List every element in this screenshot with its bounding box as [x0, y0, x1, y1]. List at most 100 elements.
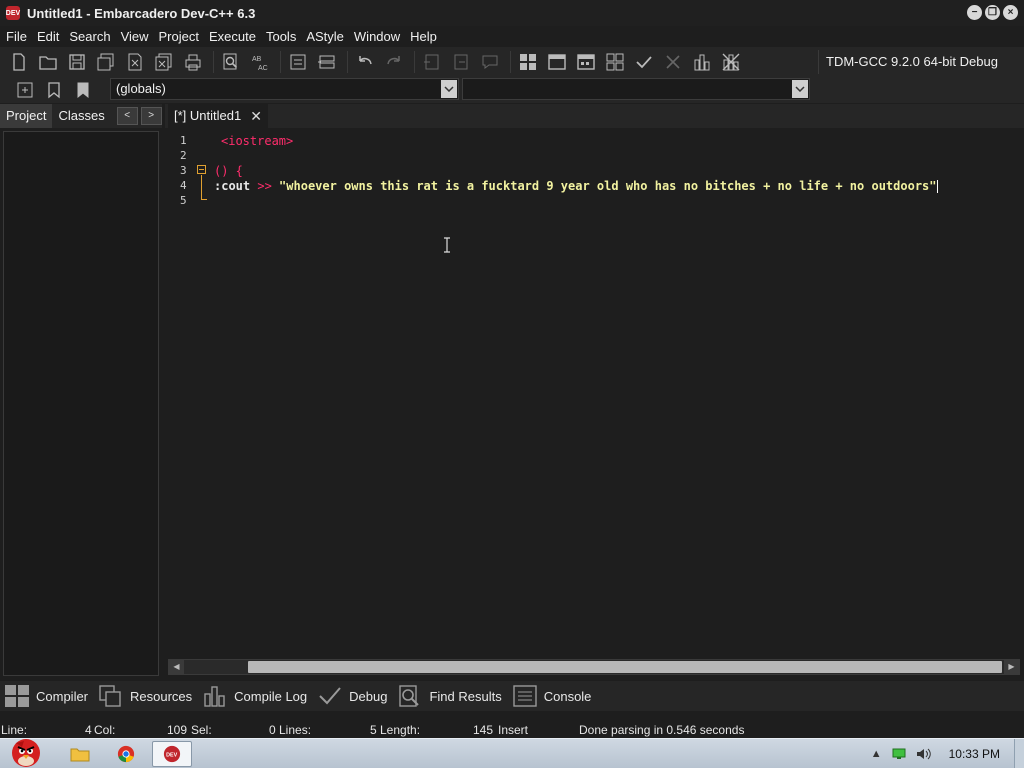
replace-button[interactable]: AB AC	[247, 49, 273, 75]
compile-button[interactable]	[515, 49, 541, 75]
toolbar-separator	[347, 51, 348, 73]
menu-execute[interactable]: Execute	[204, 26, 261, 47]
chevron-down-icon[interactable]	[792, 80, 808, 98]
toggle-bookmark-button[interactable]	[314, 49, 340, 75]
syntax-check-button[interactable]	[631, 49, 657, 75]
system-tray: ▲ 10:33 PM	[866, 739, 1024, 768]
find-button[interactable]	[218, 49, 244, 75]
menu-project[interactable]: Project	[154, 26, 204, 47]
close-all-button[interactable]	[151, 49, 177, 75]
menu-edit[interactable]: Edit	[32, 26, 64, 47]
scrollbar-thumb[interactable]	[248, 661, 1002, 673]
tab-classes[interactable]: Classes	[52, 104, 110, 128]
grid-compile-icon	[520, 54, 536, 70]
tab-label: [*] Untitled1	[174, 108, 242, 123]
comment-button[interactable]	[477, 49, 503, 75]
menu-astyle[interactable]: AStyle	[301, 26, 349, 47]
tab-untitled1[interactable]: [*] Untitled1 ✕	[168, 104, 268, 128]
maximize-button[interactable]: ❐	[985, 5, 1000, 20]
profile-button[interactable]	[689, 49, 715, 75]
line-number: 4	[180, 179, 187, 192]
compiler-select[interactable]: TDM-GCC 9.2.0 64-bit Debug	[818, 50, 1018, 74]
tab-debug[interactable]: Debug	[317, 684, 387, 708]
run-button[interactable]	[544, 49, 570, 75]
line-number-gutter: 1 2 3 4 5	[165, 131, 213, 659]
status-sel-label: Sel:	[191, 723, 212, 737]
status-length-value: 145	[473, 723, 494, 737]
close-file-button[interactable]	[122, 49, 148, 75]
scroll-right-button[interactable]: ▶	[1004, 660, 1019, 674]
rebuild-all-button[interactable]	[602, 49, 628, 75]
goto-bookmark-button[interactable]	[70, 77, 96, 103]
bottom-panel-tabs: Compiler Resources Compile Log Debug Fin…	[0, 681, 1024, 711]
code-line-1: <iostream>	[221, 134, 293, 149]
status-lines-value: 5	[370, 723, 377, 737]
tab-scroll-right-button[interactable]: >	[140, 107, 162, 125]
save-button[interactable]	[64, 49, 90, 75]
close-tab-icon[interactable]: ✕	[250, 104, 262, 128]
fold-toggle-icon[interactable]	[197, 165, 206, 174]
toolbar-separator	[510, 51, 511, 73]
svg-text:AC: AC	[258, 65, 268, 72]
new-project-button[interactable]	[419, 49, 445, 75]
insert-button[interactable]	[12, 77, 38, 103]
tab-resources[interactable]: Resources	[98, 684, 192, 708]
menu-tools[interactable]: Tools	[261, 26, 301, 47]
function-select[interactable]	[462, 78, 810, 100]
taskbar-devcpp[interactable]: DEV	[152, 741, 192, 767]
status-col-label: Col:	[94, 723, 116, 737]
check-icon	[636, 56, 652, 69]
tab-console[interactable]: Console	[512, 684, 591, 708]
toggle-bookmark-button[interactable]	[41, 77, 67, 103]
horizontal-scrollbar[interactable]: ◀ ▶	[168, 659, 1020, 675]
tab-compiler[interactable]: Compiler	[4, 684, 88, 708]
indent-button[interactable]	[285, 49, 311, 75]
project-add-icon	[424, 54, 439, 70]
stop-execution-button[interactable]	[660, 49, 686, 75]
compiler-grid-icon	[5, 685, 29, 707]
include-token: <iostream>	[221, 134, 294, 148]
taskbar-clock[interactable]: 10:33 PM	[949, 747, 1000, 761]
show-hidden-icons-icon[interactable]: ▲	[871, 748, 882, 760]
printer-icon	[185, 54, 201, 71]
volume-icon[interactable]	[916, 748, 932, 760]
undo-button[interactable]	[352, 49, 378, 75]
menu-view[interactable]: View	[116, 26, 154, 47]
menu-window[interactable]: Window	[349, 26, 405, 47]
globals-select-value: (globals)	[116, 81, 166, 96]
close-button[interactable]: ×	[1003, 5, 1018, 20]
chevron-down-icon[interactable]	[441, 80, 457, 98]
tab-project[interactable]: Project	[0, 104, 53, 128]
open-file-button[interactable]	[35, 49, 61, 75]
taskbar-explorer[interactable]	[60, 741, 100, 767]
resources-icon	[99, 685, 121, 707]
minimize-button[interactable]: −	[967, 5, 982, 20]
menu-file[interactable]: File	[0, 26, 32, 47]
project-tree[interactable]	[3, 131, 159, 676]
bar-chart-icon	[204, 686, 225, 707]
start-button[interactable]	[2, 733, 46, 768]
tab-find-results[interactable]: Find Results	[397, 684, 502, 708]
globals-select[interactable]: (globals)	[110, 78, 459, 100]
code-editor[interactable]: <iostream> () { :cout >> "whoever owns t…	[213, 131, 1018, 659]
taskbar-chrome[interactable]	[106, 741, 146, 767]
scroll-left-button[interactable]: ◀	[169, 660, 184, 674]
network-icon[interactable]	[892, 748, 906, 760]
print-button[interactable]	[180, 49, 206, 75]
comment-icon	[482, 55, 498, 69]
show-desktop-button[interactable]	[1014, 739, 1024, 768]
menu-help[interactable]: Help	[405, 26, 442, 47]
delete-profile-button[interactable]	[718, 49, 744, 75]
status-lines-label: Lines:	[279, 723, 312, 737]
compile-run-button[interactable]	[573, 49, 599, 75]
save-all-button[interactable]	[93, 49, 119, 75]
remove-project-button[interactable]	[448, 49, 474, 75]
angry-bird-start-icon	[12, 739, 40, 767]
tab-scroll-left-button[interactable]: <	[116, 107, 138, 125]
new-file-button[interactable]	[6, 49, 32, 75]
status-message: Done parsing in 0.546 seconds	[579, 723, 745, 737]
menu-search[interactable]: Search	[64, 26, 115, 47]
redo-button[interactable]	[381, 49, 407, 75]
tab-compile-log[interactable]: Compile Log	[202, 684, 307, 708]
stop-x-icon	[666, 55, 680, 69]
